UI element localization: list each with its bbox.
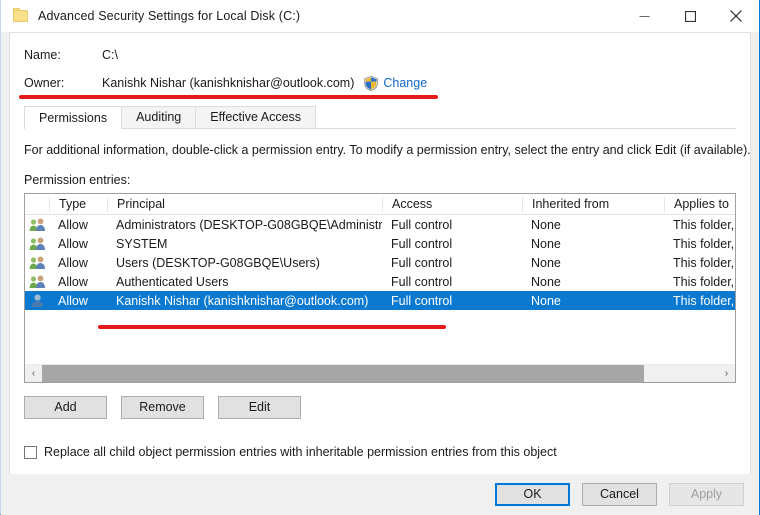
dialog-footer: OK Cancel Apply (1, 474, 759, 515)
table-row-selected[interactable]: Allow Kanishk Nishar (kanishknishar@outl… (25, 291, 735, 310)
maximize-icon[interactable] (667, 0, 713, 32)
cell-inherited-from: None (531, 236, 561, 251)
cell-access: Full control (391, 255, 453, 270)
owner-row: Owner: Kanishk Nishar (kanishknishar@out… (24, 74, 736, 92)
column-header-applies-to[interactable]: Applies to (664, 196, 735, 212)
tab-effective-access[interactable]: Effective Access (195, 106, 317, 128)
owner-value: Kanishk Nishar (kanishknishar@outlook.co… (102, 76, 355, 90)
cell-type: Allow (58, 293, 88, 308)
cell-type: Allow (58, 217, 88, 232)
tab-auditing[interactable]: Auditing (121, 106, 197, 128)
column-header-principal[interactable]: Principal (107, 196, 382, 212)
entry-actions: Add Remove Edit (24, 396, 736, 419)
cell-principal: Users (DESKTOP-G08GBQE\Users) (116, 255, 320, 270)
column-header-type[interactable]: Type (49, 196, 107, 212)
content-area: Name: C:\ Owner: Kanishk Nishar (kanishk… (1, 32, 759, 474)
settings-panel: Name: C:\ Owner: Kanishk Nishar (kanishk… (9, 32, 751, 474)
group-users-icon (25, 274, 49, 289)
replace-child-permissions-label: Replace all child object permission entr… (44, 445, 557, 459)
tab-permissions[interactable]: Permissions (24, 106, 123, 129)
minimize-icon[interactable] (621, 0, 667, 32)
cell-type: Allow (58, 255, 88, 270)
window-title: Advanced Security Settings for Local Dis… (38, 9, 301, 23)
table-row[interactable]: Allow SYSTEM Full control None This fold… (25, 234, 735, 253)
replace-child-permissions-checkbox[interactable] (24, 445, 37, 459)
uac-shield-icon (364, 75, 379, 91)
title-bar: Advanced Security Settings for Local Dis… (1, 0, 759, 32)
close-icon[interactable] (713, 0, 759, 32)
cell-applies-to: This folder, sub (673, 293, 735, 308)
cancel-button[interactable]: Cancel (582, 483, 657, 506)
cell-inherited-from: None (531, 274, 561, 289)
cell-applies-to: This folder, sub (673, 217, 735, 232)
permission-entries-label: Permission entries: (24, 173, 131, 187)
group-users-icon (25, 217, 49, 232)
column-header-inherited-from[interactable]: Inherited from (522, 196, 664, 212)
column-header-access[interactable]: Access (382, 196, 522, 212)
table-row[interactable]: Allow Authenticated Users Full control N… (25, 272, 735, 291)
scroll-left-icon[interactable]: ‹ (25, 365, 42, 382)
add-button[interactable]: Add (24, 396, 107, 419)
permission-entries-table[interactable]: Type Principal Access Inherited from App… (24, 193, 736, 383)
advanced-security-settings-window: Advanced Security Settings for Local Dis… (0, 0, 760, 515)
replace-child-permissions-row[interactable]: Replace all child object permission entr… (24, 445, 736, 459)
change-owner-control[interactable]: Change (364, 75, 427, 91)
tab-bar: Permissions Auditing Effective Access (24, 105, 736, 129)
change-owner-link[interactable]: Change (383, 76, 427, 90)
owner-label: Owner: (24, 76, 65, 90)
cell-inherited-from: None (531, 293, 561, 308)
column-header-icon[interactable] (25, 197, 49, 212)
table-row[interactable]: Allow Administrators (DESKTOP-G08GBQE\Ad… (25, 215, 735, 234)
single-user-icon (25, 293, 49, 308)
cell-applies-to: This folder, sub (673, 236, 735, 251)
cell-type: Allow (58, 236, 88, 251)
cell-principal: Authenticated Users (116, 274, 229, 289)
folder-icon (13, 8, 29, 24)
cell-access: Full control (391, 217, 453, 232)
group-users-icon (25, 236, 49, 251)
cell-inherited-from: None (531, 217, 561, 232)
table-row[interactable]: Allow Users (DESKTOP-G08GBQE\Users) Full… (25, 253, 735, 272)
ok-button[interactable]: OK (495, 483, 570, 506)
scroll-right-icon[interactable]: › (718, 365, 735, 382)
name-value: C:\ (102, 48, 118, 62)
cell-access: Full control (391, 274, 453, 289)
name-label: Name: (24, 48, 61, 62)
window-controls (621, 0, 759, 32)
cell-principal: SYSTEM (116, 236, 168, 251)
instructions-text: For additional information, double-click… (24, 143, 751, 157)
cell-access: Full control (391, 293, 453, 308)
horizontal-scrollbar[interactable]: ‹ › (25, 364, 735, 382)
scrollbar-track[interactable] (42, 365, 718, 382)
cell-principal: Kanishk Nishar (kanishknishar@outlook.co… (116, 293, 369, 308)
group-users-icon (25, 255, 49, 270)
scrollbar-thumb[interactable] (42, 365, 644, 382)
name-row: Name: C:\ (24, 46, 736, 64)
cell-type: Allow (58, 274, 88, 289)
cell-applies-to: This folder, sub (673, 255, 735, 270)
apply-button: Apply (669, 483, 744, 506)
cell-principal: Administrators (DESKTOP-G08GBQE\Administ… (116, 217, 382, 232)
cell-applies-to: This folder, sub (673, 274, 735, 289)
edit-button[interactable]: Edit (218, 396, 301, 419)
cell-access: Full control (391, 236, 453, 251)
cell-inherited-from: None (531, 255, 561, 270)
remove-button[interactable]: Remove (121, 396, 204, 419)
table-header-row: Type Principal Access Inherited from App… (25, 194, 735, 215)
